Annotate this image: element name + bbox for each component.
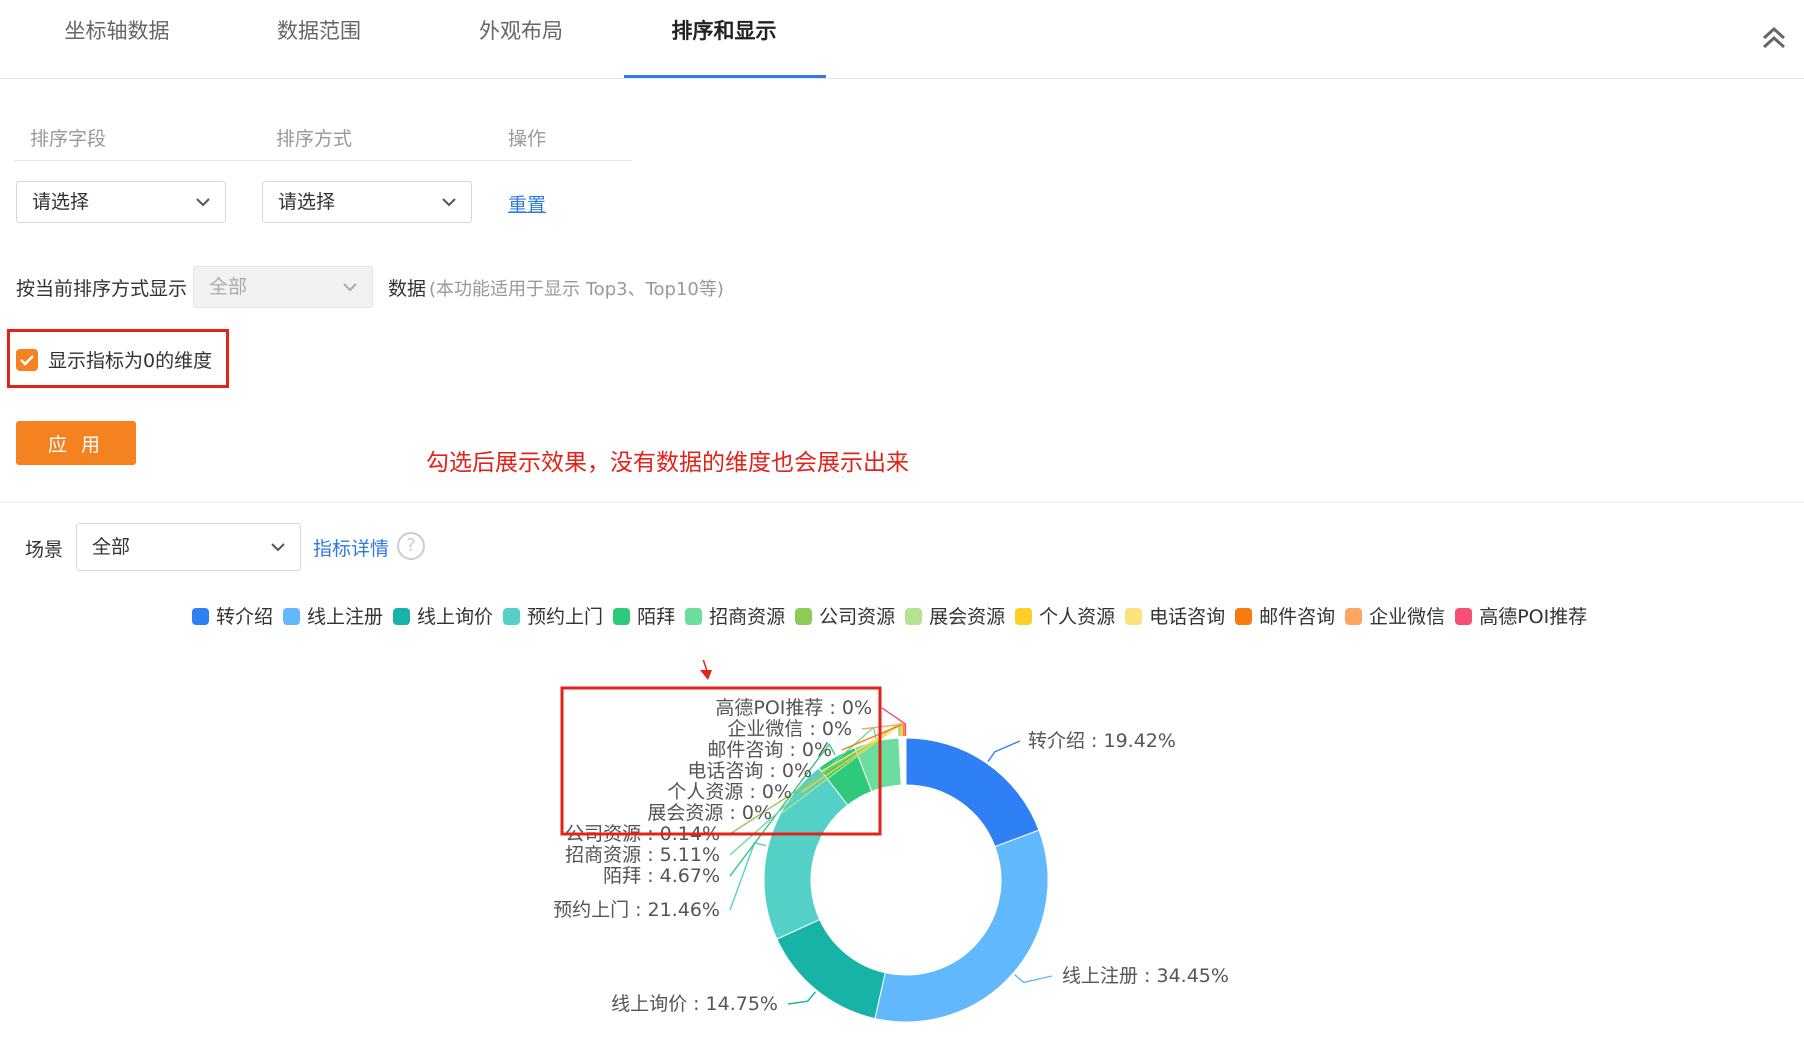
legend-label: 招商资源 bbox=[709, 606, 786, 628]
chevron-down-icon bbox=[442, 198, 456, 207]
legend-label: 邮件咨询 bbox=[1259, 606, 1336, 628]
sort-method-value: 请选择 bbox=[278, 191, 336, 213]
legend-item[interactable]: 公司资源 bbox=[795, 602, 895, 629]
legend-item[interactable]: 线上询价 bbox=[393, 602, 493, 629]
tab-data-range[interactable]: 数据范围 bbox=[219, 0, 419, 78]
legend-swatch bbox=[1125, 608, 1143, 625]
legend-label: 个人资源 bbox=[1039, 606, 1116, 628]
legend-label: 陌拜 bbox=[637, 606, 676, 628]
legend-item[interactable]: 线上注册 bbox=[283, 602, 383, 629]
label-leader-line bbox=[1014, 974, 1053, 984]
slice-label: 线上注册 : 34.45% bbox=[1062, 965, 1229, 987]
header-sort-method: 排序方式 bbox=[276, 128, 353, 150]
legend-swatch bbox=[283, 608, 301, 625]
label-leader-line bbox=[787, 991, 816, 1005]
app-root: 坐标轴数据 数据范围 外观布局 排序和显示 排序字段 排序方式 操作 请选择 请… bbox=[0, 0, 1804, 1055]
slice-label: 邮件咨询 : 0% bbox=[707, 739, 832, 761]
legend-label: 公司资源 bbox=[819, 606, 896, 628]
legend-swatch bbox=[1345, 608, 1363, 625]
pie-slice[interactable] bbox=[905, 737, 1040, 848]
slice-label: 陌拜 : 4.67% bbox=[603, 865, 720, 887]
donut-chart: 转介绍 : 19.42% 线上注册 : 34.45% 线上询价 : 14.75% 预约… bbox=[553, 660, 1229, 1023]
slice-label: 预约上门 : 21.46% bbox=[553, 899, 720, 921]
apply-button[interactable]: 应 用 bbox=[16, 421, 136, 465]
slice-label: 转介绍 : 19.42% bbox=[1028, 730, 1176, 752]
slice-label: 个人资源 : 0% bbox=[667, 781, 792, 803]
legend-swatch bbox=[905, 608, 923, 625]
legend-label: 转介绍 bbox=[216, 606, 274, 628]
legend-label: 电话咨询 bbox=[1149, 606, 1226, 628]
legend-swatch bbox=[503, 608, 521, 625]
legend-item[interactable]: 邮件咨询 bbox=[1235, 602, 1335, 629]
annotation-text: 勾选后展示效果，没有数据的维度也会展示出来 bbox=[426, 450, 909, 476]
slice-label: 线上询价 : 14.75% bbox=[611, 993, 778, 1015]
legend-item[interactable]: 转介绍 bbox=[192, 602, 273, 629]
metric-detail-link[interactable]: 指标详情 bbox=[313, 534, 389, 561]
legend-label: 线上注册 bbox=[307, 606, 384, 628]
slice-label: 高德POI推荐 : 0% bbox=[715, 697, 872, 719]
sort-field-select[interactable]: 请选择 bbox=[16, 181, 226, 223]
legend-swatch bbox=[685, 608, 703, 625]
chart-legend: 转介绍 线上注册 线上询价 预约上门 陌拜 招商资源 公司资源 展会资源 个人资源 电话咨询 邮件咨… bbox=[192, 602, 1597, 630]
header-sort-field: 排序字段 bbox=[30, 128, 107, 150]
active-tab-indicator bbox=[624, 75, 826, 78]
sort-field-value: 请选择 bbox=[32, 191, 90, 213]
display-count-value: 全部 bbox=[209, 276, 248, 298]
tab-bar: 坐标轴数据 数据范围 外观布局 排序和显示 bbox=[0, 0, 1804, 79]
double-chevron-up-icon[interactable] bbox=[1756, 18, 1792, 54]
tab-appearance[interactable]: 外观布局 bbox=[421, 0, 621, 78]
reset-link[interactable]: 重置 bbox=[508, 190, 546, 217]
chevron-down-icon bbox=[271, 543, 285, 552]
slice-label: 企业微信 : 0% bbox=[727, 718, 852, 740]
legend-swatch bbox=[1455, 608, 1473, 625]
pie-slice[interactable] bbox=[874, 829, 1049, 1023]
legend-swatch bbox=[795, 608, 813, 625]
scene-select[interactable]: 全部 bbox=[76, 523, 301, 571]
legend-item[interactable]: 个人资源 bbox=[1015, 602, 1115, 629]
display-suffix-label: 数据 bbox=[388, 278, 427, 300]
help-icon[interactable]: ? bbox=[397, 532, 425, 560]
sort-method-select[interactable]: 请选择 bbox=[262, 181, 472, 223]
checkmark-icon bbox=[20, 355, 34, 366]
legend-item[interactable]: 企业微信 bbox=[1345, 602, 1445, 629]
slice-label: 展会资源 : 0% bbox=[647, 802, 772, 824]
display-prefix-label: 按当前排序方式显示 bbox=[16, 278, 188, 300]
chevron-down-icon bbox=[196, 198, 210, 207]
legend-item[interactable]: 展会资源 bbox=[905, 602, 1005, 629]
pie-slice[interactable] bbox=[904, 737, 907, 786]
legend-item[interactable]: 预约上门 bbox=[503, 602, 603, 629]
slice-label: 招商资源 : 5.11% bbox=[565, 844, 720, 866]
slice-label: 电话咨询 : 0% bbox=[687, 760, 812, 782]
header-action: 操作 bbox=[508, 128, 547, 150]
legend-item[interactable]: 陌拜 bbox=[613, 602, 675, 629]
zero-dimension-checkbox[interactable] bbox=[16, 349, 38, 371]
display-hint: (本功能适用于显示 Top3、Top10等) bbox=[429, 279, 724, 300]
legend-swatch bbox=[613, 608, 631, 625]
legend-label: 展会资源 bbox=[929, 606, 1006, 628]
legend-swatch bbox=[393, 608, 411, 625]
legend-swatch bbox=[192, 608, 209, 625]
section-divider bbox=[0, 502, 1804, 503]
legend-item[interactable]: 招商资源 bbox=[685, 602, 785, 629]
tab-axis-data[interactable]: 坐标轴数据 bbox=[17, 0, 217, 78]
annotation-arrowhead bbox=[700, 670, 712, 680]
legend-label: 线上询价 bbox=[417, 606, 494, 628]
scene-label: 场景 bbox=[25, 539, 64, 561]
sort-table-header: 排序字段 排序方式 操作 bbox=[14, 116, 632, 161]
label-leader-line bbox=[987, 740, 1021, 763]
legend-item[interactable]: 电话咨询 bbox=[1125, 602, 1225, 629]
zero-dimension-label[interactable]: 显示指标为0的维度 bbox=[48, 346, 212, 373]
display-count-select[interactable]: 全部 bbox=[193, 266, 373, 308]
annotation-arrow bbox=[702, 660, 709, 675]
legend-label: 高德POI推荐 bbox=[1479, 606, 1588, 628]
legend-swatch bbox=[1235, 608, 1253, 625]
legend-item[interactable]: 高德POI推荐 bbox=[1455, 602, 1587, 629]
chevron-down-icon bbox=[343, 283, 357, 292]
legend-swatch bbox=[1015, 608, 1033, 625]
scene-value: 全部 bbox=[92, 536, 131, 558]
legend-label: 企业微信 bbox=[1369, 606, 1446, 628]
tab-sort-display[interactable]: 排序和显示 bbox=[624, 0, 824, 78]
legend-label: 预约上门 bbox=[527, 606, 604, 628]
